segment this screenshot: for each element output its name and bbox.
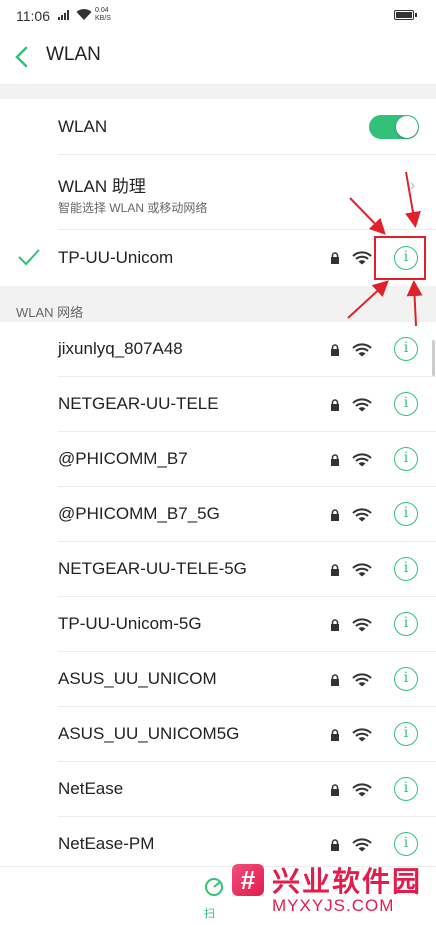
speed-unit: KB/S — [95, 15, 111, 22]
network-ssid: ASUS_UU_UNICOM5G — [58, 724, 240, 743]
network-info-icon[interactable]: i — [394, 447, 418, 471]
wifi-signal-icon — [352, 453, 372, 467]
wlan-switch[interactable] — [369, 115, 419, 139]
network-info-icon[interactable]: i — [394, 557, 418, 581]
network-info-icon[interactable]: i — [394, 667, 418, 691]
network-ssid: NETGEAR-UU-TELE-5G — [58, 559, 247, 578]
wifi-signal-icon — [352, 783, 372, 797]
lock-icon — [331, 509, 339, 521]
wifi-signal-icon — [352, 251, 372, 265]
network-info-icon[interactable]: i — [394, 337, 418, 361]
wifi-signal-icon — [352, 563, 372, 577]
scrollbar[interactable] — [432, 340, 435, 376]
wifi-signal-icon — [352, 508, 372, 522]
section-gap — [0, 85, 436, 99]
page-title: WLAN — [46, 44, 101, 65]
network-row[interactable]: NETGEAR-UU-TELE-5G i — [0, 542, 436, 597]
network-row[interactable]: NetEase i — [0, 762, 436, 817]
lock-icon — [331, 674, 339, 686]
network-ssid: jixunlyq_807A48 — [58, 339, 183, 358]
network-ssid: NetEase — [58, 779, 124, 798]
lock-icon — [331, 619, 339, 631]
status-bar: 11:06 0.04 KB/S — [0, 0, 436, 32]
network-row[interactable]: @PHICOMM_B7_5G i — [0, 487, 436, 542]
scan-icon[interactable] — [204, 877, 224, 897]
back-arrow-icon[interactable] — [12, 45, 34, 69]
chevron-right-icon: › — [410, 177, 416, 194]
watermark-domain: MYXYJS.COM — [272, 896, 395, 915]
lock-icon — [331, 399, 339, 411]
annotation-highlight-box — [374, 236, 426, 280]
wlan-toggle-label: WLAN — [58, 117, 108, 136]
status-time: 11:06 — [16, 8, 50, 24]
lock-icon — [331, 344, 339, 356]
wifi-status-icon — [76, 9, 92, 20]
network-ssid: TP-UU-Unicom-5G — [58, 614, 202, 633]
network-info-icon[interactable]: i — [394, 832, 418, 856]
lock-icon — [331, 564, 339, 576]
network-row[interactable]: ASUS_UU_UNICOM5G i — [0, 707, 436, 762]
network-speed: 0.04 KB/S — [95, 7, 111, 23]
lock-icon — [331, 454, 339, 466]
wifi-signal-icon — [352, 838, 372, 852]
connected-network-row[interactable]: TP-UU-Unicom i — [0, 230, 436, 286]
network-ssid: ASUS_UU_UNICOM — [58, 669, 217, 688]
section-title: WLAN 网络 — [16, 305, 84, 320]
checkmark-icon — [18, 249, 40, 266]
lock-icon — [331, 252, 339, 264]
connected-ssid: TP-UU-Unicom — [58, 248, 174, 267]
watermark-name: 兴业软件园 — [272, 866, 423, 897]
network-info-icon[interactable]: i — [394, 612, 418, 636]
network-row[interactable]: jixunlyq_807A48 i — [0, 322, 436, 377]
wlan-assistant-subtitle: 智能选择 WLAN 或移动网络 — [58, 201, 208, 215]
wifi-signal-icon — [352, 618, 372, 632]
wifi-signal-icon — [352, 673, 372, 687]
scan-label[interactable]: 扫 — [204, 905, 215, 921]
speed-value: 0.04 — [95, 7, 109, 14]
battery-icon — [394, 10, 417, 20]
network-row[interactable]: TP-UU-Unicom-5G i — [0, 597, 436, 652]
watermark: # 兴业软件园 MYXYJS.COM — [232, 860, 432, 924]
network-ssid: NETGEAR-UU-TELE — [58, 394, 219, 413]
network-info-icon[interactable]: i — [394, 777, 418, 801]
network-ssid: @PHICOMM_B7_5G — [58, 504, 220, 523]
wlan-assistant-row[interactable]: WLAN 助理 智能选择 WLAN 或移动网络 › — [0, 155, 436, 230]
lock-icon — [331, 729, 339, 741]
network-ssid: @PHICOMM_B7 — [58, 449, 188, 468]
wlan-networks-section: WLAN 网络 — [0, 286, 436, 322]
wifi-signal-icon — [352, 398, 372, 412]
wifi-signal-icon — [352, 343, 372, 357]
network-row[interactable]: NETGEAR-UU-TELE i — [0, 377, 436, 432]
wlan-toggle-row[interactable]: WLAN — [0, 99, 436, 155]
lock-icon — [331, 839, 339, 851]
network-info-icon[interactable]: i — [394, 502, 418, 526]
signal-icon — [58, 10, 69, 20]
app-header: WLAN — [0, 32, 436, 85]
lock-icon — [331, 784, 339, 796]
network-row[interactable]: ASUS_UU_UNICOM i — [0, 652, 436, 707]
wifi-signal-icon — [352, 728, 372, 742]
network-info-icon[interactable]: i — [394, 392, 418, 416]
network-ssid: NetEase-PM — [58, 834, 155, 853]
network-info-icon[interactable]: i — [394, 722, 418, 746]
watermark-logo: # — [232, 864, 264, 896]
wlan-assistant-label: WLAN 助理 — [58, 177, 146, 196]
network-row[interactable]: @PHICOMM_B7 i — [0, 432, 436, 487]
